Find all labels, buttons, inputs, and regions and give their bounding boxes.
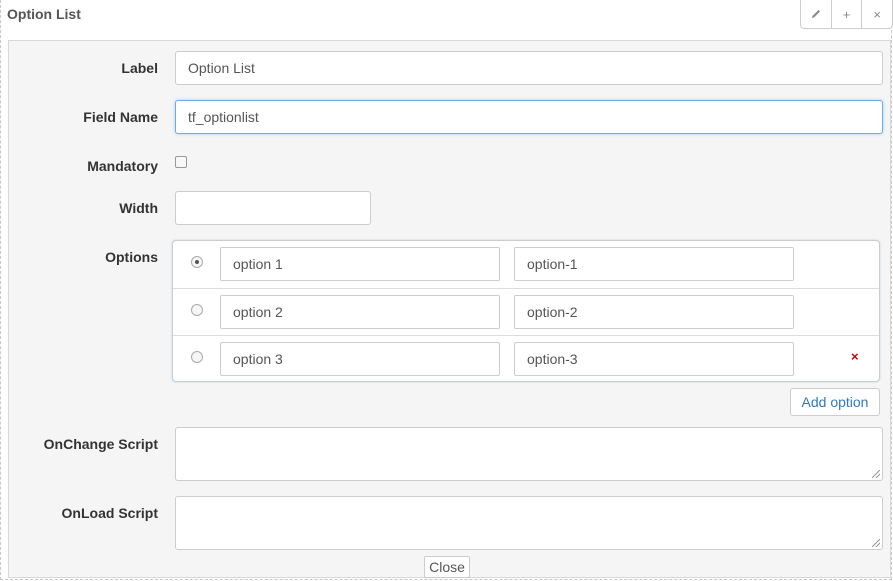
- option-value-input[interactable]: option-1: [514, 247, 794, 281]
- edit-button[interactable]: [801, 0, 831, 28]
- option-radio[interactable]: [191, 304, 203, 316]
- close-button[interactable]: Close: [424, 556, 470, 578]
- options-label: Options: [105, 249, 158, 265]
- option-value-input[interactable]: option-2: [514, 295, 794, 329]
- option-row: option 3 option-3 ×: [173, 335, 879, 383]
- option-radio[interactable]: [191, 256, 203, 268]
- field-name-label: Field Name: [83, 109, 158, 125]
- label-input[interactable]: Option List: [175, 51, 883, 85]
- onchange-script-label: OnChange Script: [43, 436, 158, 452]
- resize-grip-icon[interactable]: [872, 539, 880, 547]
- mandatory-label: Mandatory: [87, 158, 158, 174]
- add-option-button[interactable]: Add option: [790, 388, 880, 416]
- remove-option-icon[interactable]: ×: [851, 349, 859, 364]
- close-icon: ×: [873, 6, 881, 22]
- label-field-label: Label: [121, 60, 158, 76]
- option-value-input[interactable]: option-3: [514, 342, 794, 376]
- onchange-script-textarea[interactable]: [175, 427, 883, 481]
- option-text-input[interactable]: option 3: [220, 342, 500, 376]
- dialog-toolbar: + ×: [800, 0, 893, 29]
- mandatory-checkbox[interactable]: [175, 156, 187, 168]
- width-label: Width: [119, 200, 158, 216]
- width-input[interactable]: [175, 191, 371, 225]
- plus-icon: +: [842, 6, 851, 22]
- option-text-input[interactable]: option 1: [220, 247, 500, 281]
- onload-script-textarea[interactable]: [175, 496, 883, 550]
- option-radio[interactable]: [191, 351, 203, 363]
- resize-grip-icon[interactable]: [872, 470, 880, 478]
- onload-script-label: OnLoad Script: [61, 505, 158, 521]
- field-name-input[interactable]: tf_optionlist: [175, 100, 883, 134]
- option-row: option 2 option-2: [173, 288, 879, 336]
- pencil-icon: [811, 10, 820, 18]
- close-dialog-button[interactable]: ×: [861, 0, 892, 28]
- options-list: option 1 option-1 option 2 option-2 opti…: [172, 240, 880, 382]
- dialog-title: Option List: [7, 6, 81, 22]
- add-button[interactable]: +: [830, 0, 862, 28]
- option-text-input[interactable]: option 2: [220, 295, 500, 329]
- option-row: option 1 option-1: [173, 241, 879, 288]
